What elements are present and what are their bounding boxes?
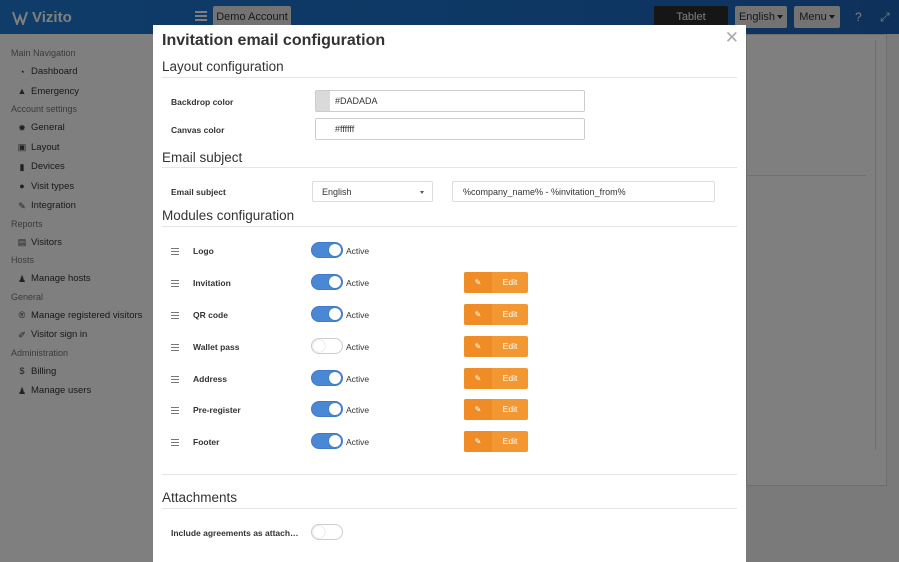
module-name: Address bbox=[193, 374, 228, 384]
toggle-knob bbox=[329, 435, 341, 447]
backdrop-color-swatch[interactable] bbox=[316, 91, 330, 111]
selected-language: English bbox=[322, 187, 352, 197]
module-active-toggle[interactable] bbox=[311, 338, 343, 354]
module-edit-button[interactable]: ✎ Edit bbox=[464, 431, 528, 452]
edit-icon: ✎ bbox=[464, 399, 492, 420]
module-status-label: Active bbox=[346, 246, 370, 256]
edit-icon: ✎ bbox=[464, 336, 492, 357]
module-name: Footer bbox=[193, 437, 220, 447]
module-status-label: Active bbox=[346, 437, 370, 447]
divider bbox=[162, 226, 737, 227]
module-status-label: Active bbox=[346, 374, 370, 384]
edit-button-label: Edit bbox=[502, 277, 518, 287]
close-icon[interactable]: ✕ bbox=[725, 28, 739, 48]
canvas-color-value: #ffffff bbox=[335, 124, 355, 134]
module-active-toggle[interactable] bbox=[311, 433, 343, 449]
module-row: Wallet pass Active ✎ Edit bbox=[153, 336, 746, 358]
toggle-knob bbox=[329, 403, 341, 415]
module-status-label: Active bbox=[346, 278, 370, 288]
edit-icon: ✎ bbox=[464, 304, 492, 325]
module-name: Wallet pass bbox=[193, 342, 240, 352]
canvas-color-label: Canvas color bbox=[171, 125, 225, 135]
modules-section-heading: Modules configuration bbox=[162, 208, 295, 223]
drag-handle-icon[interactable] bbox=[171, 312, 179, 321]
backdrop-color-label: Backdrop color bbox=[171, 97, 234, 107]
module-row: Footer Active ✎ Edit bbox=[153, 431, 746, 453]
module-name: QR code bbox=[193, 310, 228, 320]
edit-icon: ✎ bbox=[464, 431, 492, 452]
edit-icon: ✎ bbox=[464, 272, 492, 293]
module-row: Invitation Active ✎ Edit bbox=[153, 272, 746, 294]
drag-handle-icon[interactable] bbox=[171, 248, 179, 257]
module-status-label: Active bbox=[346, 405, 370, 415]
backdrop-color-value: #DADADA bbox=[335, 96, 378, 106]
module-row: Logo Active bbox=[153, 240, 746, 262]
subject-section-heading: Email subject bbox=[162, 150, 243, 165]
module-edit-button[interactable]: ✎ Edit bbox=[464, 399, 528, 420]
toggle-knob bbox=[329, 372, 341, 384]
canvas-color-swatch[interactable] bbox=[316, 119, 330, 139]
modal-title: Invitation email configuration bbox=[162, 32, 386, 49]
drag-handle-icon[interactable] bbox=[171, 439, 179, 448]
module-status-label: Active bbox=[346, 342, 370, 352]
module-row: Pre-register Active ✎ Edit bbox=[153, 399, 746, 421]
divider bbox=[162, 167, 737, 168]
toggle-knob bbox=[313, 526, 325, 538]
module-edit-button[interactable]: ✎ Edit bbox=[464, 336, 528, 357]
layout-section-heading: Layout configuration bbox=[162, 59, 284, 74]
drag-handle-icon[interactable] bbox=[171, 376, 179, 385]
agreements-attachment-toggle[interactable] bbox=[311, 524, 343, 540]
module-active-toggle[interactable] bbox=[311, 306, 343, 322]
module-status-label: Active bbox=[346, 310, 370, 320]
module-name: Invitation bbox=[193, 278, 231, 288]
agreements-toggle-row bbox=[153, 522, 746, 544]
edit-button-label: Edit bbox=[502, 436, 518, 446]
canvas-color-field[interactable]: #ffffff bbox=[315, 118, 585, 140]
caret-down-icon bbox=[420, 191, 424, 194]
module-name: Logo bbox=[193, 246, 214, 256]
email-subject-label: Email subject bbox=[171, 187, 226, 197]
edit-button-label: Edit bbox=[502, 341, 518, 351]
module-row: Address Active ✎ Edit bbox=[153, 368, 746, 390]
email-subject-value: %company_name% - %invitation_from% bbox=[463, 187, 626, 197]
subject-language-select[interactable]: English bbox=[312, 181, 433, 202]
module-active-toggle[interactable] bbox=[311, 242, 343, 258]
toggle-knob bbox=[329, 276, 341, 288]
module-row: QR code Active ✎ Edit bbox=[153, 304, 746, 326]
module-edit-button[interactable]: ✎ Edit bbox=[464, 368, 528, 389]
email-subject-input[interactable]: %company_name% - %invitation_from% bbox=[452, 181, 715, 202]
divider bbox=[162, 77, 737, 78]
module-active-toggle[interactable] bbox=[311, 274, 343, 290]
drag-handle-icon[interactable] bbox=[171, 344, 179, 353]
invitation-email-modal: Invitation email configuration ✕ Layout … bbox=[153, 25, 746, 562]
module-active-toggle[interactable] bbox=[311, 401, 343, 417]
drag-handle-icon[interactable] bbox=[171, 280, 179, 289]
module-active-toggle[interactable] bbox=[311, 370, 343, 386]
module-name: Pre-register bbox=[193, 405, 241, 415]
divider bbox=[162, 474, 737, 475]
toggle-knob bbox=[313, 340, 325, 352]
attachments-section-heading: Attachments bbox=[162, 490, 238, 505]
edit-icon: ✎ bbox=[464, 368, 492, 389]
toggle-knob bbox=[329, 244, 341, 256]
module-edit-button[interactable]: ✎ Edit bbox=[464, 304, 528, 325]
edit-button-label: Edit bbox=[502, 404, 518, 414]
divider bbox=[162, 508, 737, 509]
module-edit-button[interactable]: ✎ Edit bbox=[464, 272, 528, 293]
edit-button-label: Edit bbox=[502, 373, 518, 383]
backdrop-color-field[interactable]: #DADADA bbox=[315, 90, 585, 112]
edit-button-label: Edit bbox=[502, 309, 518, 319]
drag-handle-icon[interactable] bbox=[171, 407, 179, 416]
toggle-knob bbox=[329, 308, 341, 320]
